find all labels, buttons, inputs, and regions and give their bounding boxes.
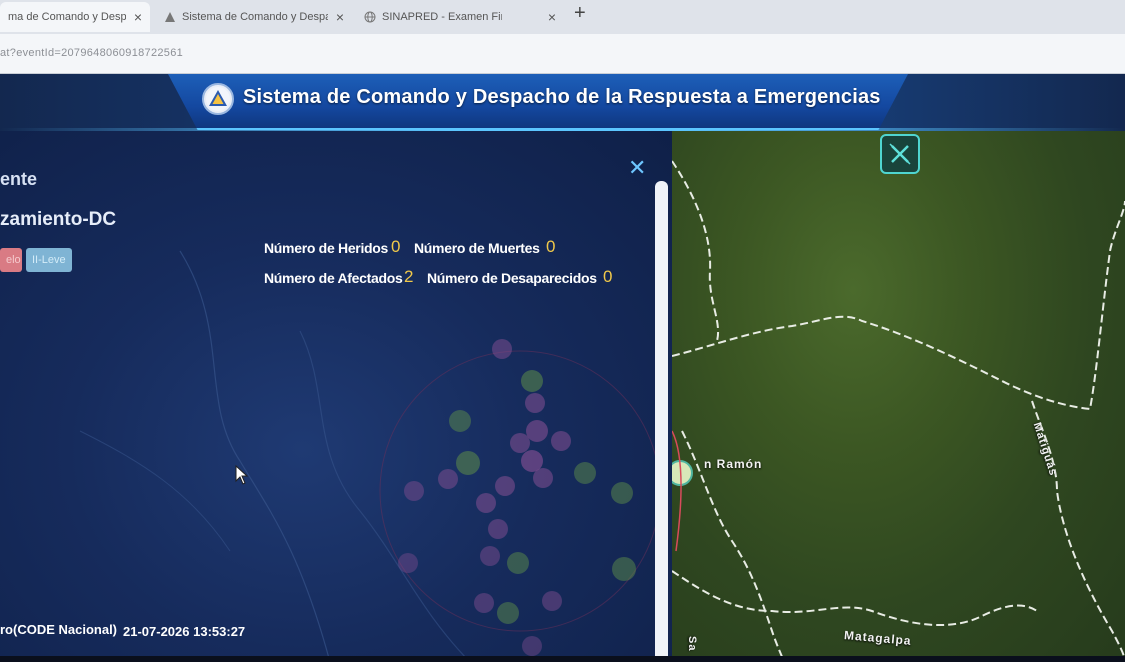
browser-tabbar: ma de Comando y Despacho × Sistema de Co… [0,0,1125,34]
map-boundaries [672,160,1125,662]
address-bar[interactable]: at?eventId=2079648060918722561 [0,34,1125,74]
map-label-sa: Sa [686,636,698,652]
heridos-value: 0 [391,237,401,256]
desaparecidos-label: Número de Desaparecidos [427,270,597,286]
mouse-cursor-icon [235,465,249,485]
new-tab-button[interactable]: + [574,2,586,25]
close-icon[interactable]: ✕ [628,155,646,181]
severity-badge: II-Leve [26,248,72,272]
panel-scrollbar[interactable] [655,181,668,662]
afectados-value: 2 [404,267,414,286]
browser-tab-3[interactable]: SINAPRED - Examen Final × [356,2,564,32]
tab-1-label: ma de Comando y Despacho [8,11,126,23]
muertes-value: 0 [546,237,556,256]
desaparecidos-value: 0 [603,267,613,286]
sinapred-icon [164,11,176,23]
status-badge: elo [0,248,22,272]
report-timestamp: 21-07-2026 13:53:27 [123,624,246,639]
tab-1-close-icon[interactable]: × [134,9,142,25]
tab-3-close-icon[interactable]: × [548,9,556,25]
map-label-san-ramon: n Ramón [704,457,763,471]
reporting-org: ro(CODE Nacional) [0,622,118,637]
tab-2-label: Sistema de Comando y Despacho [182,11,328,23]
incident-panel: ente zamiento-DC elo II-Leve Número de H… [0,131,672,662]
incident-markers [398,339,636,656]
civil-defense-triangle-icon [202,83,234,115]
screen-bezel [0,656,1125,662]
measure-tool-button[interactable] [880,134,920,174]
address-url[interactable]: at?eventId=2079648060918722561 [0,47,183,59]
satellite-map[interactable]: n Ramón Matiguás Matagalpa Sa [672,131,1125,662]
incident-heading: ente [0,169,38,189]
page-title: Sistema de Comando y Despacho de la Resp… [243,86,881,108]
san-ramon-marker [672,460,693,486]
incident-type: zamiento-DC [0,209,117,230]
muertes-label: Número de Muertes [414,240,540,256]
afectados-label: Número de Afectados [264,270,403,286]
browser-tab-1[interactable]: ma de Comando y Despacho × [0,2,150,32]
heridos-label: Número de Heridos [264,240,389,256]
measure-tool-icon [889,143,911,165]
browser-tab-2[interactable]: Sistema de Comando y Despacho × [156,2,352,32]
globe-icon [364,11,376,23]
tab-3-label: SINAPRED - Examen Final [382,11,502,23]
tab-2-close-icon[interactable]: × [336,9,344,25]
